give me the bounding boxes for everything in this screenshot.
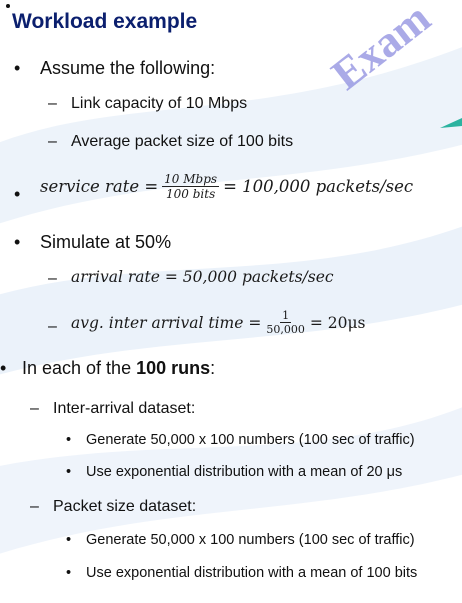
dash-marker: – (48, 318, 57, 335)
assume-text: Assume the following: (40, 58, 216, 78)
service-rate-lhs: service rate = (40, 177, 159, 196)
corner-dot (6, 4, 10, 8)
runs-text: In each of the 100 runs: (22, 358, 215, 379)
service-rate-rhs: = 100,000 packets/sec (223, 177, 414, 196)
inter-arrival-rhs: = 20μs (309, 313, 366, 332)
service-rate-fraction: 10 Mbps 100 bits (162, 172, 220, 201)
packet-size-item: Use exponential distribution with a mean… (86, 565, 418, 581)
sub-bullet-marker: • (66, 464, 72, 480)
slide-title: Workload example (12, 10, 198, 33)
link-capacity-text: Link capacity of 10 Mbps (71, 95, 248, 112)
runs-suffix: : (210, 358, 216, 378)
dash-marker: – (48, 133, 57, 150)
inter-arrival-item: Use exponential distribution with a mean… (86, 464, 403, 480)
service-rate-denominator: 100 bits (166, 187, 216, 201)
dash-marker: – (30, 400, 39, 417)
dash-marker: – (48, 95, 57, 112)
inter-arrival-item: Generate 50,000 x 100 numbers (100 sec o… (86, 432, 415, 448)
packet-size-item: Generate 50,000 x 100 numbers (100 sec o… (86, 532, 415, 548)
inter-arrival-equation: avg. inter arrival time = 1 50,000 = 20μ… (71, 309, 366, 336)
inter-arrival-denominator: 50,000 (266, 323, 305, 336)
inter-arrival-lhs: avg. inter arrival time = (71, 313, 262, 332)
packet-size-dataset-label: Packet size dataset: (53, 498, 197, 515)
dash-marker: – (48, 270, 57, 287)
runs-prefix: In each of the (22, 358, 137, 378)
bullet-marker: • (14, 184, 21, 204)
slide-content: Workload example • Assume the following:… (0, 0, 462, 603)
sub-bullet-marker: • (66, 532, 72, 548)
bullet-marker: • (14, 58, 21, 78)
bullet-marker: • (14, 232, 21, 252)
sub-bullet-marker: • (66, 565, 72, 581)
simulate-text: Simulate at 50% (40, 232, 172, 252)
inter-arrival-fraction: 1 50,000 (264, 309, 307, 336)
bullet-marker: • (0, 358, 7, 378)
runs-bold: 100 runs (136, 358, 211, 378)
service-rate-equation: service rate = 10 Mbps 100 bits = 100,00… (40, 172, 413, 201)
avg-packet-size-text: Average packet size of 100 bits (71, 133, 294, 150)
sub-bullet-marker: • (66, 432, 72, 448)
service-rate-numerator: 10 Mbps (162, 172, 220, 187)
inter-arrival-numerator: 1 (280, 309, 292, 323)
dash-marker: – (30, 498, 39, 515)
inter-arrival-dataset-label: Inter-arrival dataset: (53, 400, 196, 417)
arrival-rate-equation: arrival rate = 50,000 packets/sec (71, 268, 334, 286)
